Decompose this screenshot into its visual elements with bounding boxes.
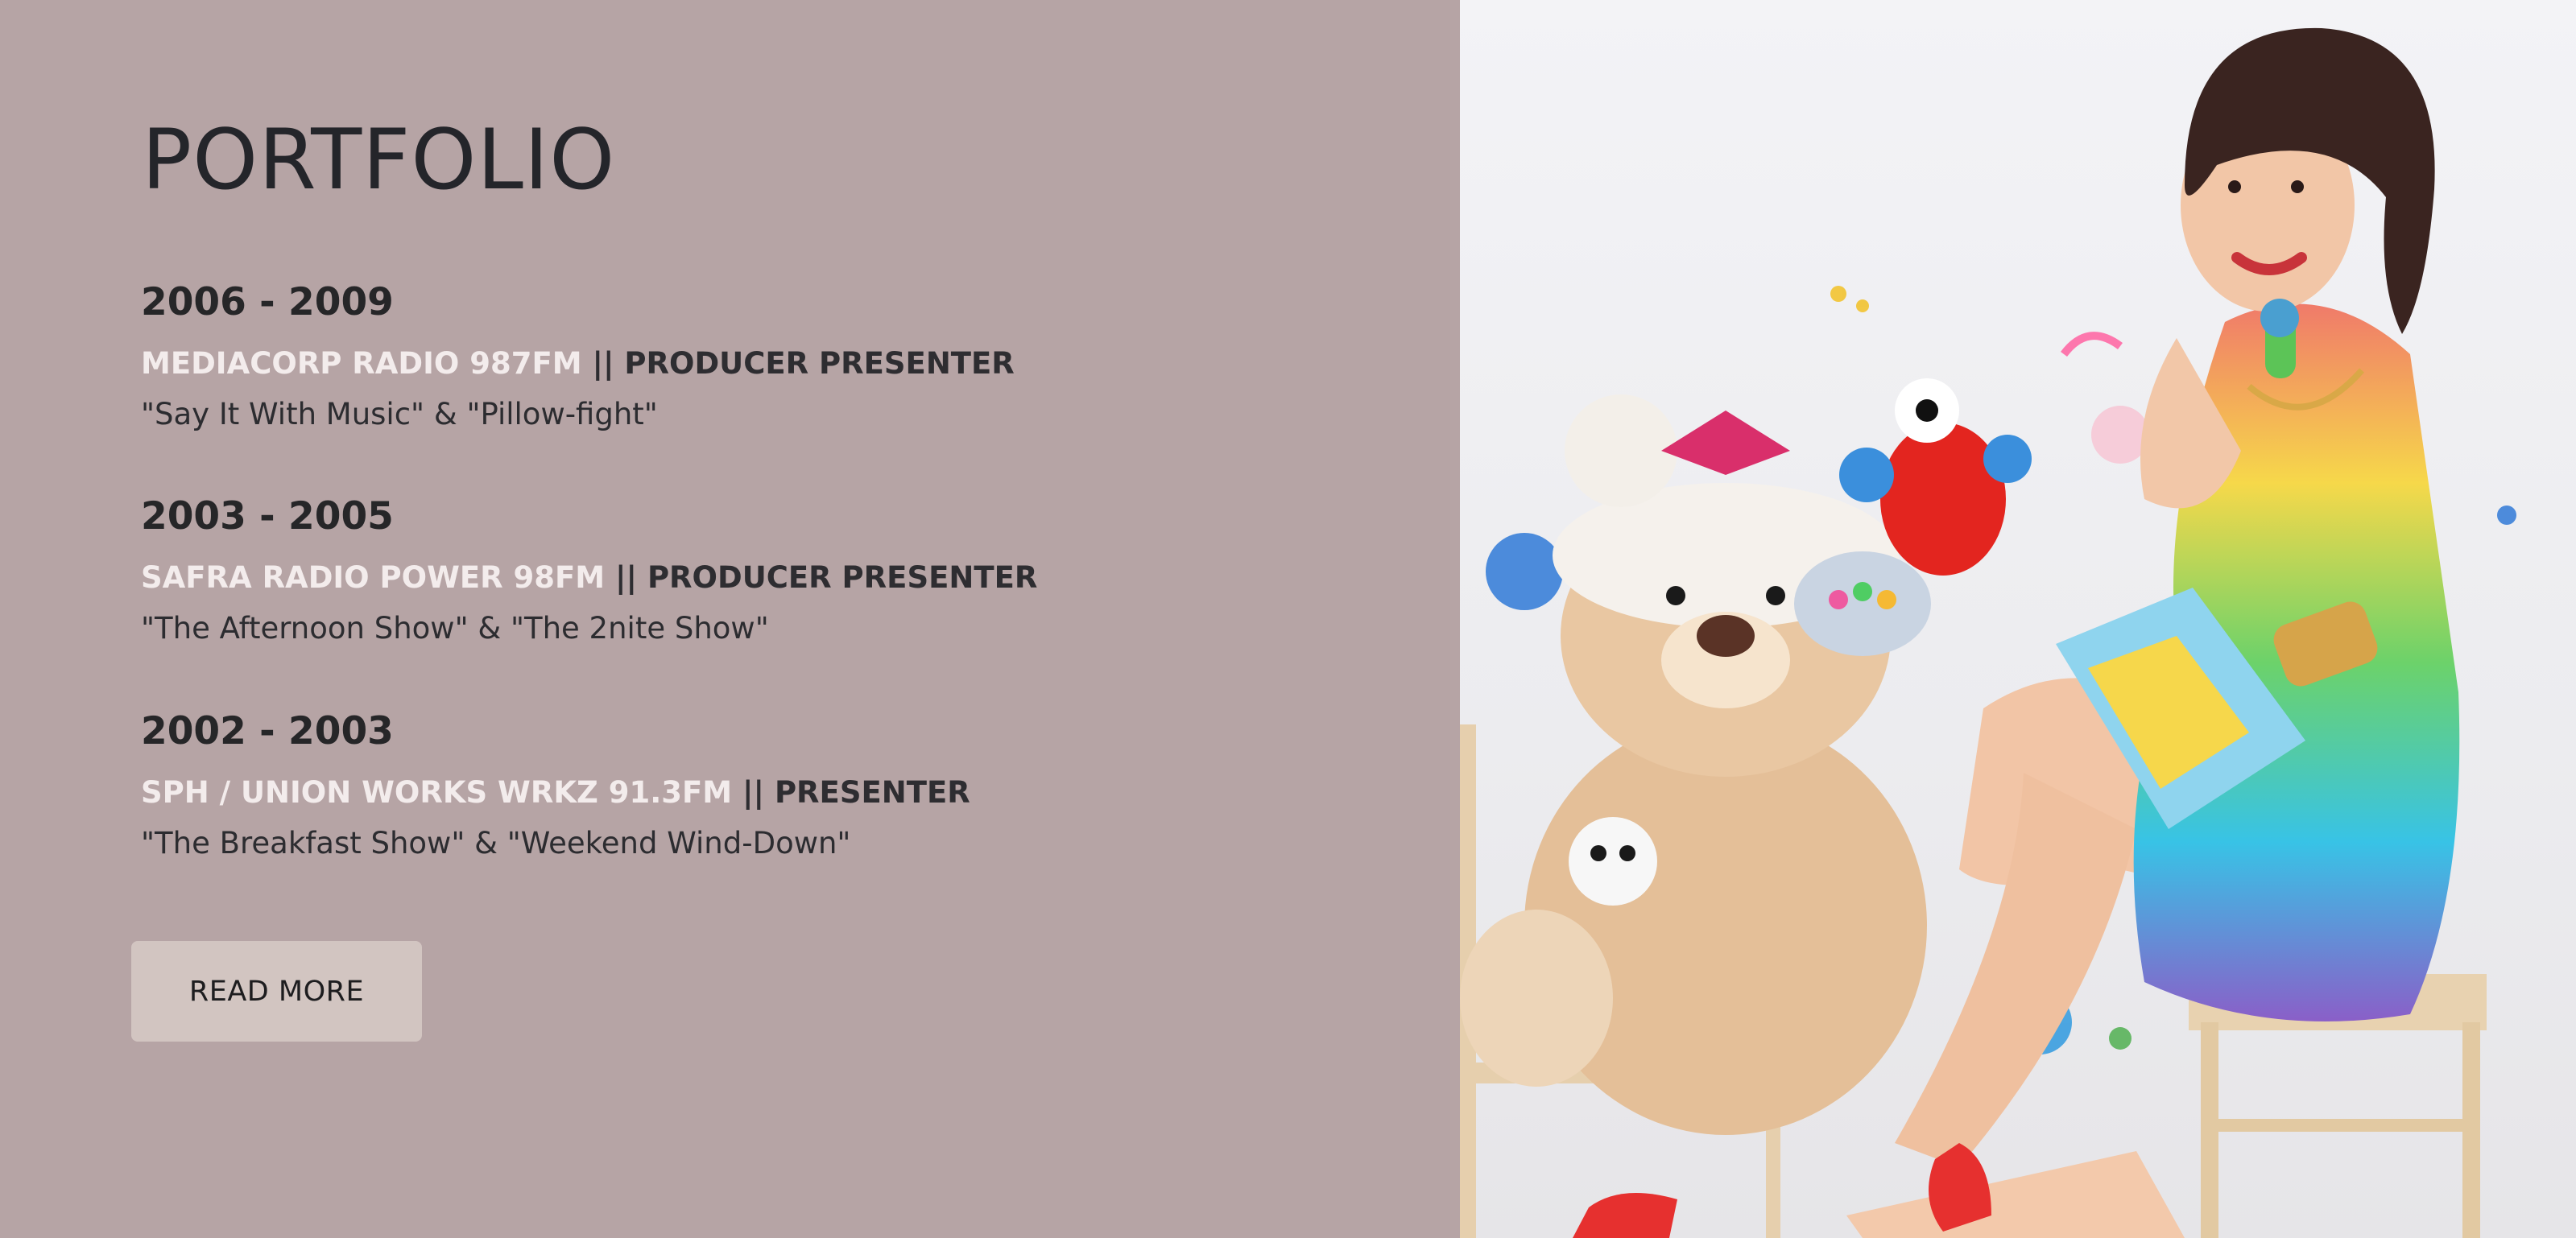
entry-years: 2003 - 2005 [141,494,394,539]
entry-role-line: MEDIACORP RADIO 987FM || PRODUCER PRESEN… [141,349,1015,378]
portfolio-entry: 2003 - 2005 SAFRA RADIO POWER 98FM || PR… [141,497,1037,643]
entry-years: 2006 - 2009 [141,280,394,324]
entry-role: PRESENTER [774,775,970,810]
entry-shows: "The Breakfast Show" & "Weekend Wind-Dow… [141,826,851,860]
entry-employer: MEDIACORP RADIO 987FM [141,346,582,381]
page-title: PORTFOLIO [142,112,616,208]
portfolio-entry: 2002 - 2003 SPH / UNION WORKS WRKZ 91.3F… [141,712,970,858]
entry-years: 2002 - 2003 [141,709,394,753]
entry-role-line: SPH / UNION WORKS WRKZ 91.3FM || PRESENT… [141,778,970,807]
teddy-bear [1460,394,1927,1135]
entry-separator: || [592,346,614,381]
read-more-button[interactable]: READ MORE [131,941,422,1042]
portfolio-panel: PORTFOLIO 2006 - 2009 MEDIACORP RADIO 98… [0,0,1460,1238]
entry-employer: SPH / UNION WORKS WRKZ 91.3FM [141,775,733,810]
entry-role: PRODUCER PRESENTER [624,346,1015,381]
presenter-photo-illustration [1460,27,2516,1238]
portfolio-entry: 2006 - 2009 MEDIACORP RADIO 987FM || PRO… [141,283,1015,429]
entry-role: PRODUCER PRESENTER [647,560,1038,595]
portfolio-photo [1460,0,2576,1238]
entry-employer: SAFRA RADIO POWER 98FM [141,560,606,595]
entry-separator: || [615,560,638,595]
entry-separator: || [742,775,765,810]
entry-shows: "The Afternoon Show" & "The 2nite Show" [141,611,769,646]
entry-shows: "Say It With Music" & "Pillow-fight" [141,397,658,431]
entry-role-line: SAFRA RADIO POWER 98FM || PRODUCER PRESE… [141,563,1037,592]
